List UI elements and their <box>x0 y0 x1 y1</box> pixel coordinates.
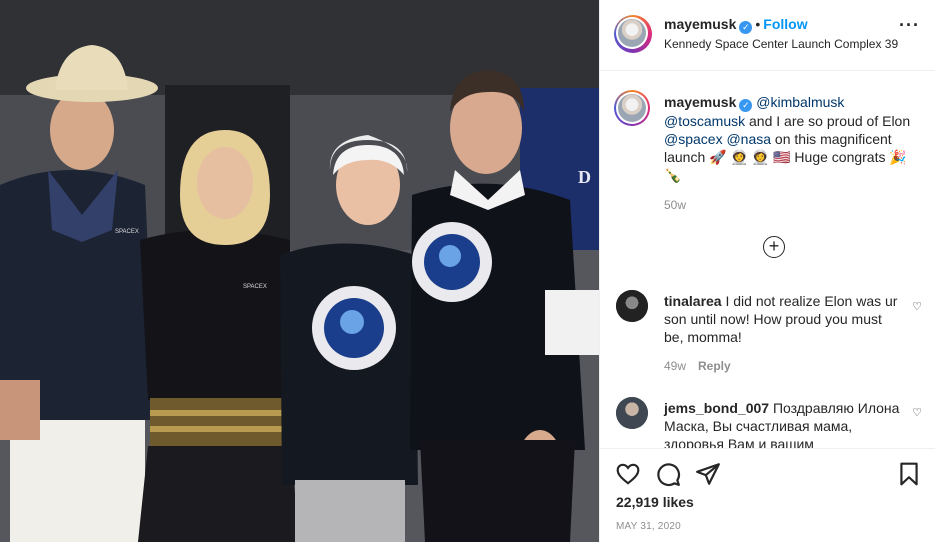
post-actions: 22,919 likes MAY 31, 2020 <box>600 448 935 543</box>
verified-icon: ✓ <box>739 99 753 112</box>
plus-circle-icon[interactable]: + <box>763 236 785 258</box>
backdrop-letter: D <box>578 167 591 187</box>
heart-icon[interactable]: ♡ <box>912 300 922 313</box>
caption-age: 50w <box>664 198 687 212</box>
comment-username[interactable]: jems_bond_007 <box>664 400 769 416</box>
post-photo[interactable]: D SPACEX SPACEX <box>0 0 599 542</box>
author-avatar[interactable] <box>614 15 652 53</box>
post-date: MAY 31, 2020 <box>616 521 681 532</box>
photo-illustration: D SPACEX SPACEX <box>0 0 599 542</box>
mention-kimbalmusk[interactable]: @kimbalmusk <box>756 94 844 110</box>
reply-button[interactable]: Reply <box>698 359 731 373</box>
author-line: mayemusk ✓ • Follow <box>664 16 808 34</box>
mention-toscamusk[interactable]: @toscamusk <box>664 113 745 129</box>
verified-icon: ✓ <box>739 21 753 34</box>
spacex-logo-text: SPACEX <box>243 284 267 290</box>
share-icon[interactable] <box>695 461 721 487</box>
bookmark-icon[interactable] <box>896 461 922 487</box>
comment-text: jems_bond_007 Поздравляю Илона Маска, Вы… <box>664 399 900 448</box>
comments-scroll-area[interactable]: mayemusk ✓ @kimbalmusk @toscamusk and I a… <box>600 70 935 448</box>
caption-avatar[interactable] <box>614 90 650 126</box>
author-username[interactable]: mayemusk <box>664 16 736 32</box>
caption-username[interactable]: mayemusk <box>664 94 736 110</box>
comment-icon[interactable] <box>655 461 681 487</box>
post-header: mayemusk ✓ • Follow Kennedy Space Center La… <box>600 0 935 71</box>
comment-age: 49w <box>664 359 687 373</box>
comment-meta: 49w Reply <box>664 359 731 373</box>
caption-text: mayemusk ✓ @kimbalmusk @toscamusk and I a… <box>664 93 924 184</box>
post-location[interactable]: Kennedy Space Center Launch Complex 39 <box>664 37 898 51</box>
mention-nasa[interactable]: @nasa <box>726 131 771 147</box>
mention-spacex[interactable]: @spacex <box>664 131 723 147</box>
heart-icon[interactable]: ♡ <box>912 406 922 419</box>
separator-dot: • <box>755 16 761 32</box>
more-icon[interactable]: ··· <box>899 16 920 34</box>
comment-text: tinalarea I did not realize Elon was ur … <box>664 292 900 346</box>
commenter-avatar[interactable] <box>616 290 648 322</box>
post-sidebar: mayemusk ✓ • Follow Kennedy Space Center La… <box>599 0 935 543</box>
comment-username[interactable]: tinalarea <box>664 293 722 309</box>
follow-button[interactable]: Follow <box>763 16 807 32</box>
caption-part-1: and I are so proud of Elon <box>745 113 911 129</box>
commenter-avatar[interactable] <box>616 397 648 429</box>
likes-count[interactable]: 22,919 likes <box>616 494 694 510</box>
heart-icon[interactable] <box>615 461 641 487</box>
svg-text:SPACEX: SPACEX <box>115 229 139 235</box>
